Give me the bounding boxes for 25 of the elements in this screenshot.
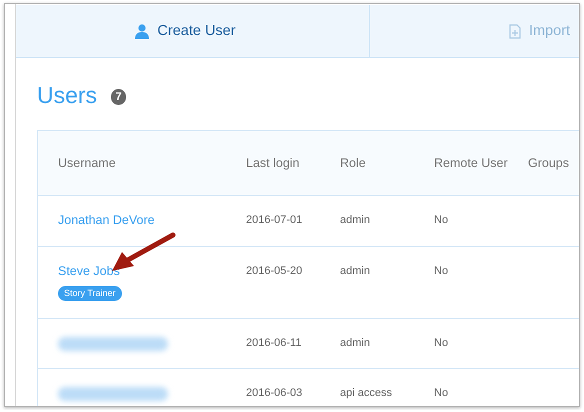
table-cell: No (434, 337, 448, 349)
table-cell: 2016-07-01 (246, 214, 302, 226)
tab[interactable]: Import (370, 5, 579, 57)
table-cell: No (434, 214, 448, 226)
table-cell: admin (340, 265, 370, 277)
table-cell: No (434, 265, 448, 277)
column-header: Username (58, 156, 116, 170)
column-header: Remote User (434, 156, 508, 170)
table-cell: admin (340, 214, 370, 226)
column-header: Groups (528, 156, 569, 170)
table-cell: 2016-06-03 (246, 387, 302, 399)
table-cell: No (434, 387, 448, 399)
table-cell: 2016-06-11 (246, 337, 302, 349)
page-title: Users (37, 82, 98, 108)
username-link[interactable]: Jonathan DeVore (58, 213, 155, 227)
count-badge: 7 (111, 88, 126, 104)
column-header: Role (340, 156, 366, 170)
table-cell: admin (340, 337, 370, 349)
column-header: Last login (246, 156, 300, 170)
role-tag: Story Trainer (58, 286, 122, 301)
table-cell: 2016-05-20 (246, 265, 302, 277)
table-cell: api access (340, 387, 392, 399)
person-icon (135, 24, 150, 38)
document-plus-icon (508, 24, 521, 38)
tab[interactable]: Create User (16, 5, 370, 57)
